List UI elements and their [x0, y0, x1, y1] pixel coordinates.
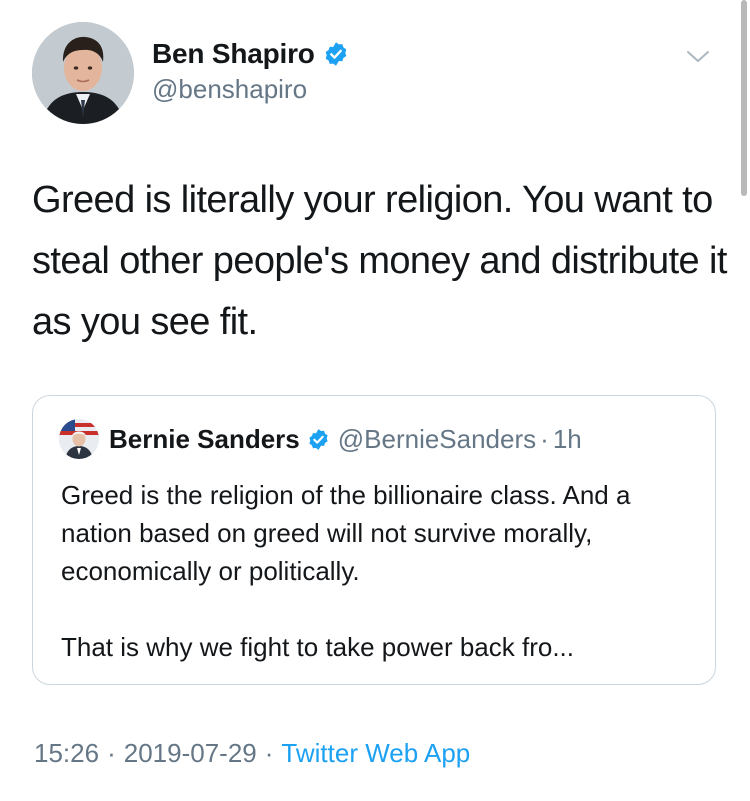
meta-separator: ·: [107, 738, 116, 768]
meta-separator: ·: [264, 738, 274, 768]
quoted-separator: ·: [540, 423, 549, 454]
scrollbar[interactable]: [741, 0, 747, 196]
quoted-tweet-header: Bernie Sanders @BernieSanders · 1h: [59, 419, 582, 459]
author-display-name[interactable]: Ben Shapiro: [152, 38, 315, 70]
author-avatar[interactable]: [32, 22, 134, 124]
chevron-down-icon[interactable]: [684, 48, 712, 66]
quoted-timestamp: 1h: [552, 423, 582, 454]
author-handle[interactable]: @benshapiro: [152, 74, 349, 105]
quoted-paragraph: Greed is the religion of the billionaire…: [61, 480, 631, 586]
tweet-meta: 15:26 · 2019-07-29 · Twitter Web App: [34, 738, 470, 769]
tweet-date[interactable]: 2019-07-29: [124, 738, 257, 769]
quoted-tweet-card[interactable]: Bernie Sanders @BernieSanders · 1h Greed…: [32, 395, 716, 685]
source-app-link[interactable]: Twitter Web App: [281, 738, 470, 769]
quoted-author-avatar: [59, 419, 99, 459]
quoted-author-handle: @BernieSanders: [337, 423, 537, 454]
tweet-time[interactable]: 15:26: [34, 738, 99, 769]
author-name-row: Ben Shapiro: [152, 36, 349, 72]
verified-badge-icon: [325, 42, 347, 66]
tweet-text: Greed is literally your religion. You wa…: [32, 179, 727, 343]
quoted-tweet-text: Greed is the religion of the billionaire…: [61, 476, 701, 666]
author-info: Ben Shapiro @benshapiro: [152, 36, 349, 105]
tweet-detail-page: Ben Shapiro @benshapiro Greed is literal…: [0, 0, 750, 801]
quoted-author-name: Bernie Sanders: [109, 423, 300, 454]
tweet-header: Ben Shapiro @benshapiro: [32, 22, 712, 132]
quoted-verified-badge-icon: [309, 428, 328, 450]
quoted-paragraph: That is why we fight to take power back …: [61, 632, 575, 662]
